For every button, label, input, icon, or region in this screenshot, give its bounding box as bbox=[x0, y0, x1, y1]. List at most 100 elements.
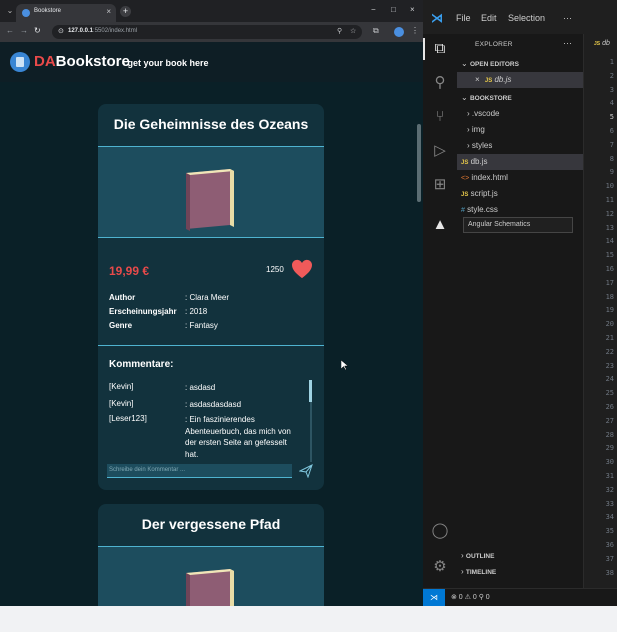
open-editor-dbjs[interactable]: × JS db.js bbox=[457, 72, 583, 88]
line-number: 33 bbox=[605, 499, 614, 508]
line-number: 16 bbox=[605, 265, 614, 273]
timeline-section[interactable]: › TIMELINE bbox=[457, 564, 583, 580]
line-number: 21 bbox=[605, 334, 614, 342]
tab-search-icon[interactable]: ⌄ bbox=[4, 5, 16, 17]
line-number: 11 bbox=[605, 196, 614, 204]
extensions-icon[interactable]: ⊞ bbox=[429, 174, 451, 196]
send-icon[interactable] bbox=[299, 464, 313, 478]
outline-section[interactable]: › OUTLINE bbox=[457, 548, 583, 564]
explorer-title: EXPLORER bbox=[475, 41, 513, 48]
line-number: 37 bbox=[605, 554, 614, 563]
editor-area: JS db 1 2 3 4 5 6 7 8 9 10 11 12 13 14 15 16 17 18 19 20 21 2… bbox=[583, 34, 617, 588]
line-number: 38 bbox=[605, 568, 614, 577]
css-file-icon: # bbox=[461, 207, 465, 214]
tree-folder[interactable]: › .vscode bbox=[457, 106, 583, 122]
close-window-icon[interactable]: × bbox=[410, 5, 415, 14]
explorer-files-icon[interactable]: ⧉ bbox=[429, 38, 451, 60]
zoom-icon[interactable]: ⚲ bbox=[337, 27, 342, 35]
address-bar[interactable]: ⊙ 127.0.0.1:5502/index.html ⚲ ☆ bbox=[52, 25, 362, 39]
line-number: 15 bbox=[605, 251, 614, 260]
menu-more[interactable]: ··· bbox=[563, 13, 572, 23]
comment-user: [Kevin] bbox=[109, 382, 134, 391]
line-number: 31 bbox=[605, 472, 614, 480]
browser-window: ⌄ Bookstore × + − □ × ← → ↻ ⊙ 127.0.0.1:… bbox=[0, 0, 423, 606]
new-tab-button[interactable]: + bbox=[120, 6, 131, 17]
line-number: 19 bbox=[605, 306, 614, 315]
tab-title: Bookstore bbox=[34, 8, 62, 14]
comment-text: : asdasdasdasd bbox=[185, 400, 242, 409]
explorer-more-icon[interactable]: ··· bbox=[563, 38, 572, 48]
chevron-right-icon: › bbox=[467, 141, 470, 150]
angular-icon[interactable]: ▲ bbox=[429, 214, 451, 236]
tree-folder[interactable]: › img bbox=[457, 122, 583, 138]
forward-icon[interactable]: → bbox=[20, 26, 28, 35]
folder-bookstore[interactable]: ⌄ BOOKSTORE bbox=[457, 90, 583, 106]
line-number: 34 bbox=[605, 513, 614, 522]
menu-edit[interactable]: Edit bbox=[481, 13, 497, 23]
line-number: 10 bbox=[605, 182, 614, 191]
remote-icon[interactable]: ⋊ bbox=[423, 589, 445, 606]
tab-bookstore[interactable]: Bookstore × bbox=[16, 4, 116, 22]
site-tagline: - get your book here bbox=[122, 58, 209, 68]
tree-file[interactable]: JS db.js bbox=[457, 154, 583, 170]
tree-file[interactable]: # style.css bbox=[457, 202, 583, 218]
browser-menu-icon[interactable]: ⋮ bbox=[411, 26, 419, 35]
comments-scroll-thumb[interactable] bbox=[309, 380, 312, 402]
line-number: 2 bbox=[609, 71, 614, 80]
line-number: 7 bbox=[609, 140, 614, 149]
problems-status[interactable]: ⊗ 0 ⚠ 0 ⚲ 0 bbox=[451, 593, 490, 601]
book-card: Die Geheimnisse des Ozeans 19,99 € 1250 … bbox=[98, 104, 324, 490]
line-number: 6 bbox=[609, 127, 614, 135]
menu-selection[interactable]: Selection bbox=[508, 13, 545, 23]
line-number: 9 bbox=[609, 168, 614, 177]
book-card: Der vergessene Pfad bbox=[98, 504, 324, 606]
book-price: 19,99 € bbox=[109, 264, 150, 278]
search-icon[interactable]: ⚲ bbox=[429, 72, 451, 94]
explorer-sidebar: EXPLORER ··· ⌄ OPEN EDITORS × JS db.js ⌄… bbox=[457, 34, 583, 588]
line-number: 14 bbox=[605, 237, 614, 246]
mouse-cursor-icon bbox=[341, 360, 349, 370]
comments-heading: Kommentare: bbox=[109, 359, 174, 370]
active-indicator bbox=[423, 38, 425, 60]
chevron-down-icon: ⌄ bbox=[461, 59, 468, 68]
editor-tab-dbjs[interactable]: JS db bbox=[584, 34, 617, 56]
minimize-icon[interactable]: − bbox=[371, 5, 376, 14]
tab-close-icon[interactable]: × bbox=[106, 7, 111, 16]
run-debug-icon[interactable]: ▷ bbox=[429, 140, 451, 162]
comment-text: : Ein faszinierendes Abenteuerbuch, das … bbox=[185, 415, 291, 459]
page-scrollbar[interactable] bbox=[417, 124, 421, 202]
line-number: 35 bbox=[605, 527, 614, 536]
chevron-right-icon: › bbox=[461, 551, 464, 560]
line-number: 13 bbox=[605, 223, 614, 232]
back-icon[interactable]: ← bbox=[6, 26, 14, 35]
site-title: DABookstore bbox=[34, 53, 130, 70]
open-editors-section[interactable]: ⌄ OPEN EDITORS bbox=[457, 56, 583, 72]
line-number: 29 bbox=[605, 444, 614, 453]
tooltip: Angular Schematics bbox=[463, 217, 573, 233]
line-number: 17 bbox=[605, 278, 614, 287]
bookmark-star-icon[interactable]: ☆ bbox=[350, 27, 356, 35]
line-number: 20 bbox=[605, 320, 614, 329]
logo-book-icon bbox=[10, 52, 30, 72]
line-number: 27 bbox=[605, 416, 614, 425]
tree-file[interactable]: JS script.js bbox=[457, 186, 583, 202]
site-info-icon[interactable]: ⊙ bbox=[58, 27, 64, 35]
profile-avatar[interactable] bbox=[394, 27, 404, 37]
maximize-icon[interactable]: □ bbox=[391, 5, 396, 14]
comment-user: [Kevin] bbox=[109, 399, 134, 408]
js-file-icon: JS bbox=[484, 78, 493, 84]
line-number: 24 bbox=[605, 375, 614, 384]
extensions-icon[interactable]: ⧉ bbox=[373, 26, 379, 36]
book-cover-image bbox=[186, 569, 234, 606]
close-icon[interactable]: × bbox=[457, 75, 480, 84]
menu-file[interactable]: File bbox=[456, 13, 471, 23]
source-control-icon[interactable]: ⑂ bbox=[429, 106, 451, 128]
line-number: 4 bbox=[609, 99, 614, 108]
reload-icon[interactable]: ↻ bbox=[34, 26, 41, 35]
settings-gear-icon[interactable]: ⚙ bbox=[429, 556, 451, 578]
tree-folder[interactable]: › styles bbox=[457, 138, 583, 154]
tree-file[interactable]: <> index.html bbox=[457, 170, 583, 186]
heart-like-icon[interactable] bbox=[291, 259, 313, 279]
comment-input[interactable]: Schreibe dein Kommentar ... bbox=[107, 464, 292, 478]
account-icon[interactable]: ◯ bbox=[429, 520, 451, 542]
